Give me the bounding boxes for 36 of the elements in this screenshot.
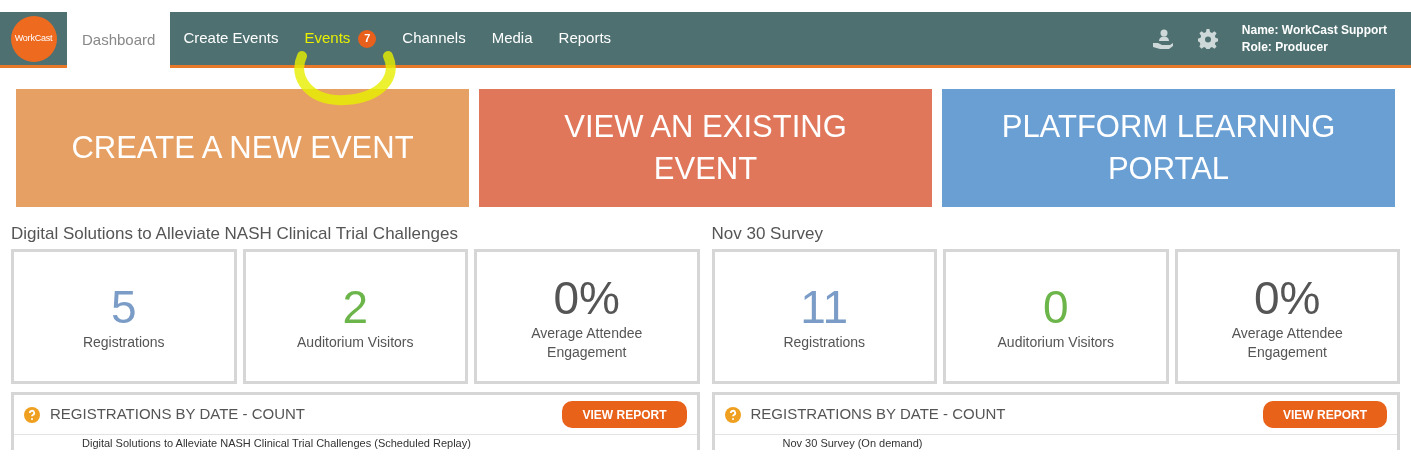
view-report-button[interactable]: VIEW REPORT (1263, 401, 1387, 428)
stat-value: 0% (1254, 271, 1321, 324)
count-badge: 7 (358, 29, 377, 48)
banner-tile[interactable]: CREATE A NEW EVENT (16, 89, 469, 207)
stat-value: 5 (110, 281, 137, 333)
chart-row-label: Digital Solutions to Alleviate NASH Clinical Trial Challenges (Scheduled Replay) (81, 436, 472, 450)
stat-label: Registrations (782, 333, 867, 352)
hand-person-icon[interactable] (1151, 27, 1174, 50)
view-report-button[interactable]: VIEW REPORT (562, 401, 687, 428)
stat-value: 11 (800, 281, 849, 333)
nav-tab[interactable]: Dashboard (67, 12, 171, 68)
panel-title: REGISTRATIONS BY DATE - COUNT (750, 404, 1006, 425)
event-title: Digital Solutions to Alleviate NASH Clinical Trial Challenges (11, 223, 459, 245)
event-title: Nov 30 Survey (711, 223, 824, 245)
banner-tile[interactable]: PLATFORM LEARNING PORTAL (942, 89, 1395, 207)
user-role: Role: Producer (1241, 38, 1329, 56)
help-icon[interactable] (724, 406, 741, 423)
banner-tile[interactable]: VIEW AN EXISTING EVENT (479, 89, 932, 207)
settings-icon[interactable] (1197, 28, 1218, 49)
nav-tab[interactable]: Events 7 (291, 12, 390, 65)
nav-tab[interactable]: Media (478, 12, 546, 65)
stat-label: Auditorium Visitors (996, 333, 1115, 352)
nav-tab[interactable]: Channels (389, 12, 479, 65)
help-icon[interactable] (24, 406, 40, 423)
stat-label: Registrations (81, 333, 166, 352)
stat-value: 2 (342, 281, 369, 333)
nav-tab[interactable]: Create Events (170, 12, 292, 65)
panel-title: REGISTRATIONS BY DATE - COUNT (50, 404, 306, 425)
stat-label: Average Attendee Engagement (530, 323, 644, 362)
stat-label: Average Attendee Engagement (1230, 323, 1344, 362)
chart-row-label: Nov 30 Survey (On demand) (781, 436, 924, 450)
user-name: Name: WorkCast Support (1241, 21, 1387, 39)
stat-label: Auditorium Visitors (296, 333, 415, 352)
nav-tab[interactable]: Reports (545, 12, 625, 65)
stat-value: 0% (553, 271, 620, 324)
stat-value: 0 (1042, 281, 1069, 333)
